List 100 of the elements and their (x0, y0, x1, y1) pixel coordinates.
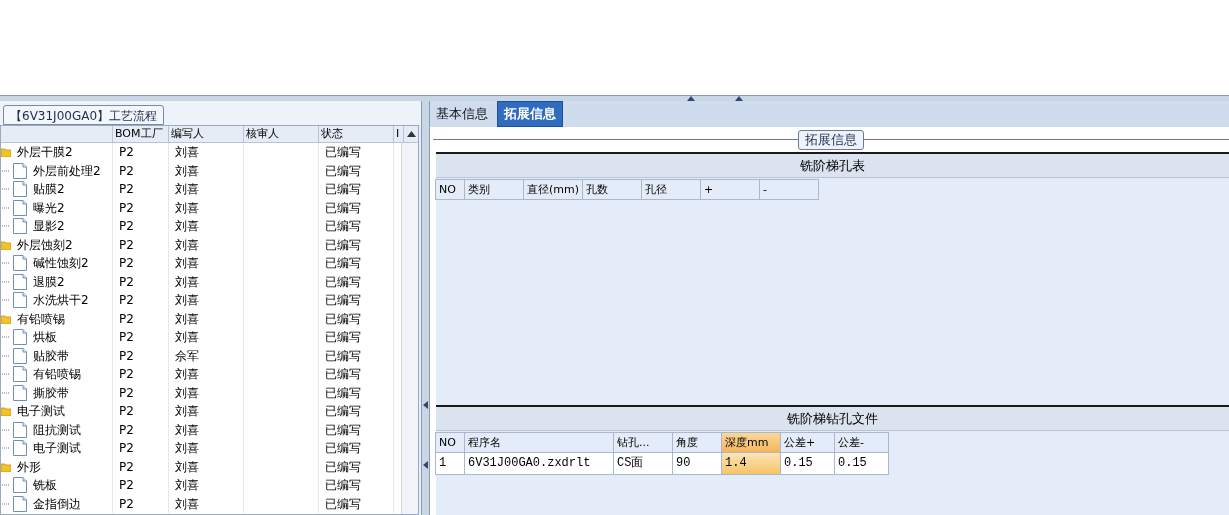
factory-cell: P2 (119, 441, 134, 455)
column-header[interactable]: NO (435, 432, 465, 453)
document-icon (13, 199, 27, 216)
status-cell: 已编写 (325, 219, 361, 233)
status-cell: 已编写 (325, 496, 361, 511)
column-header[interactable]: 公差- (834, 432, 889, 453)
folder-icon (1, 239, 11, 250)
factory-cell: P2 (119, 459, 134, 474)
tree-item[interactable]: 外层蚀刻2 (17, 235, 73, 254)
author-cell: 刘喜 (175, 459, 199, 474)
table-cell: 1 (435, 452, 465, 475)
scroll-up-icon[interactable] (407, 131, 416, 137)
tab[interactable]: 拓展信息 (497, 101, 563, 127)
column-header[interactable]: 深度mm (721, 432, 781, 453)
tree-item[interactable]: 外形 (17, 457, 41, 476)
tree-item[interactable]: 阻抗测试 (33, 420, 81, 439)
status-cell: 已编写 (325, 293, 361, 307)
column-header[interactable]: I (394, 126, 404, 142)
factory-cell: P2 (119, 237, 134, 252)
tab[interactable]: 基本信息 (432, 101, 492, 127)
tree-item[interactable]: 碱性蚀刻2 (33, 254, 89, 273)
status-cell: 已编写 (325, 256, 361, 270)
tree-line (2, 206, 10, 209)
section-title: 铣阶梯钻孔文件 (787, 409, 878, 428)
document-icon (13, 495, 27, 512)
author-cell: 刘喜 (175, 145, 199, 159)
status-cell: 已编写 (325, 163, 361, 178)
status-cell: 已编写 (325, 385, 361, 400)
author-cell: 佘军 (175, 348, 199, 363)
status-cell: 已编写 (325, 441, 361, 455)
tree-item[interactable]: 电子测试 (33, 439, 81, 458)
table-cell: CS面 (613, 452, 673, 475)
document-icon (13, 329, 27, 346)
table-cell: 0.15 (834, 452, 889, 475)
author-cell: 刘喜 (175, 478, 199, 492)
tree-line (2, 225, 10, 228)
tree-line (2, 262, 10, 265)
column-header[interactable]: 直径(mm) (523, 179, 583, 200)
factory-cell: P2 (119, 256, 134, 270)
tree-item[interactable]: 外层前处理2 (33, 161, 101, 180)
author-cell: 刘喜 (175, 404, 199, 418)
status-cell: 已编写 (325, 478, 361, 492)
column-header[interactable]: 孔径 (641, 179, 701, 200)
tree-item[interactable]: 有铅喷锡 (17, 309, 65, 328)
author-cell: 刘喜 (175, 367, 199, 381)
factory-cell: P2 (119, 367, 134, 381)
factory-cell: P2 (119, 311, 134, 326)
status-cell: 已编写 (325, 348, 361, 363)
tree-item[interactable]: 金指倒边 (33, 494, 81, 513)
author-cell: 刘喜 (175, 163, 199, 178)
tree-item[interactable]: 铣板 (33, 476, 57, 495)
tree-item[interactable]: 电子测试 (17, 402, 65, 421)
tree-item[interactable]: 有铅喷锡 (33, 365, 81, 384)
column-header[interactable]: 核审人 (244, 126, 319, 142)
author-cell: 刘喜 (175, 256, 199, 270)
column-header[interactable]: 类别 (464, 179, 524, 200)
author-cell: 刘喜 (175, 385, 199, 400)
tree-item[interactable]: 退膜2 (33, 272, 65, 291)
document-icon (13, 384, 27, 401)
factory-cell: P2 (119, 145, 134, 159)
column-header[interactable]: BOM工厂 (113, 126, 169, 142)
tree-item[interactable]: 贴膜2 (33, 180, 65, 199)
author-cell: 刘喜 (175, 496, 199, 511)
tree-line (2, 391, 10, 394)
tree-item[interactable]: 烘板 (33, 328, 57, 347)
tree-item[interactable]: 撕胶带 (33, 383, 69, 402)
status-cell: 已编写 (325, 237, 361, 252)
factory-cell: P2 (119, 274, 134, 289)
tree-line (2, 280, 10, 283)
column-header[interactable]: + (700, 179, 760, 200)
document-icon (13, 255, 27, 272)
column-header[interactable]: 编写人 (169, 126, 244, 142)
tree-item[interactable]: 外层干膜2 (17, 143, 73, 162)
factory-cell: P2 (119, 163, 134, 178)
tree-line (2, 484, 10, 487)
document-icon (13, 366, 27, 383)
document-icon (13, 477, 27, 494)
column-header[interactable]: 孔数 (582, 179, 642, 200)
author-cell: 刘喜 (175, 330, 199, 344)
column-header[interactable]: NO (435, 179, 465, 200)
document-icon (13, 292, 27, 309)
section-title: 铣阶梯孔表 (800, 156, 865, 175)
scrollbar[interactable] (401, 143, 418, 514)
tree-item[interactable]: 水洗烘干2 (33, 291, 89, 310)
column-header[interactable]: 状态 (319, 126, 394, 142)
factory-cell: P2 (119, 478, 134, 492)
document-icon (13, 347, 27, 364)
tree-item[interactable]: 贴胶带 (33, 346, 69, 365)
factory-cell: P2 (119, 422, 134, 437)
tree-line (2, 336, 10, 339)
tree-item[interactable]: 显影2 (33, 217, 65, 236)
tree-line (2, 373, 10, 376)
factory-cell: P2 (119, 385, 134, 400)
table-cell: 1.4 (721, 452, 781, 475)
author-cell: 刘喜 (175, 237, 199, 252)
document-icon (13, 440, 27, 457)
tree-item[interactable]: 曝光2 (33, 198, 65, 217)
folder-icon (1, 461, 11, 472)
column-header[interactable]: - (759, 179, 819, 200)
folder-icon (1, 313, 11, 324)
